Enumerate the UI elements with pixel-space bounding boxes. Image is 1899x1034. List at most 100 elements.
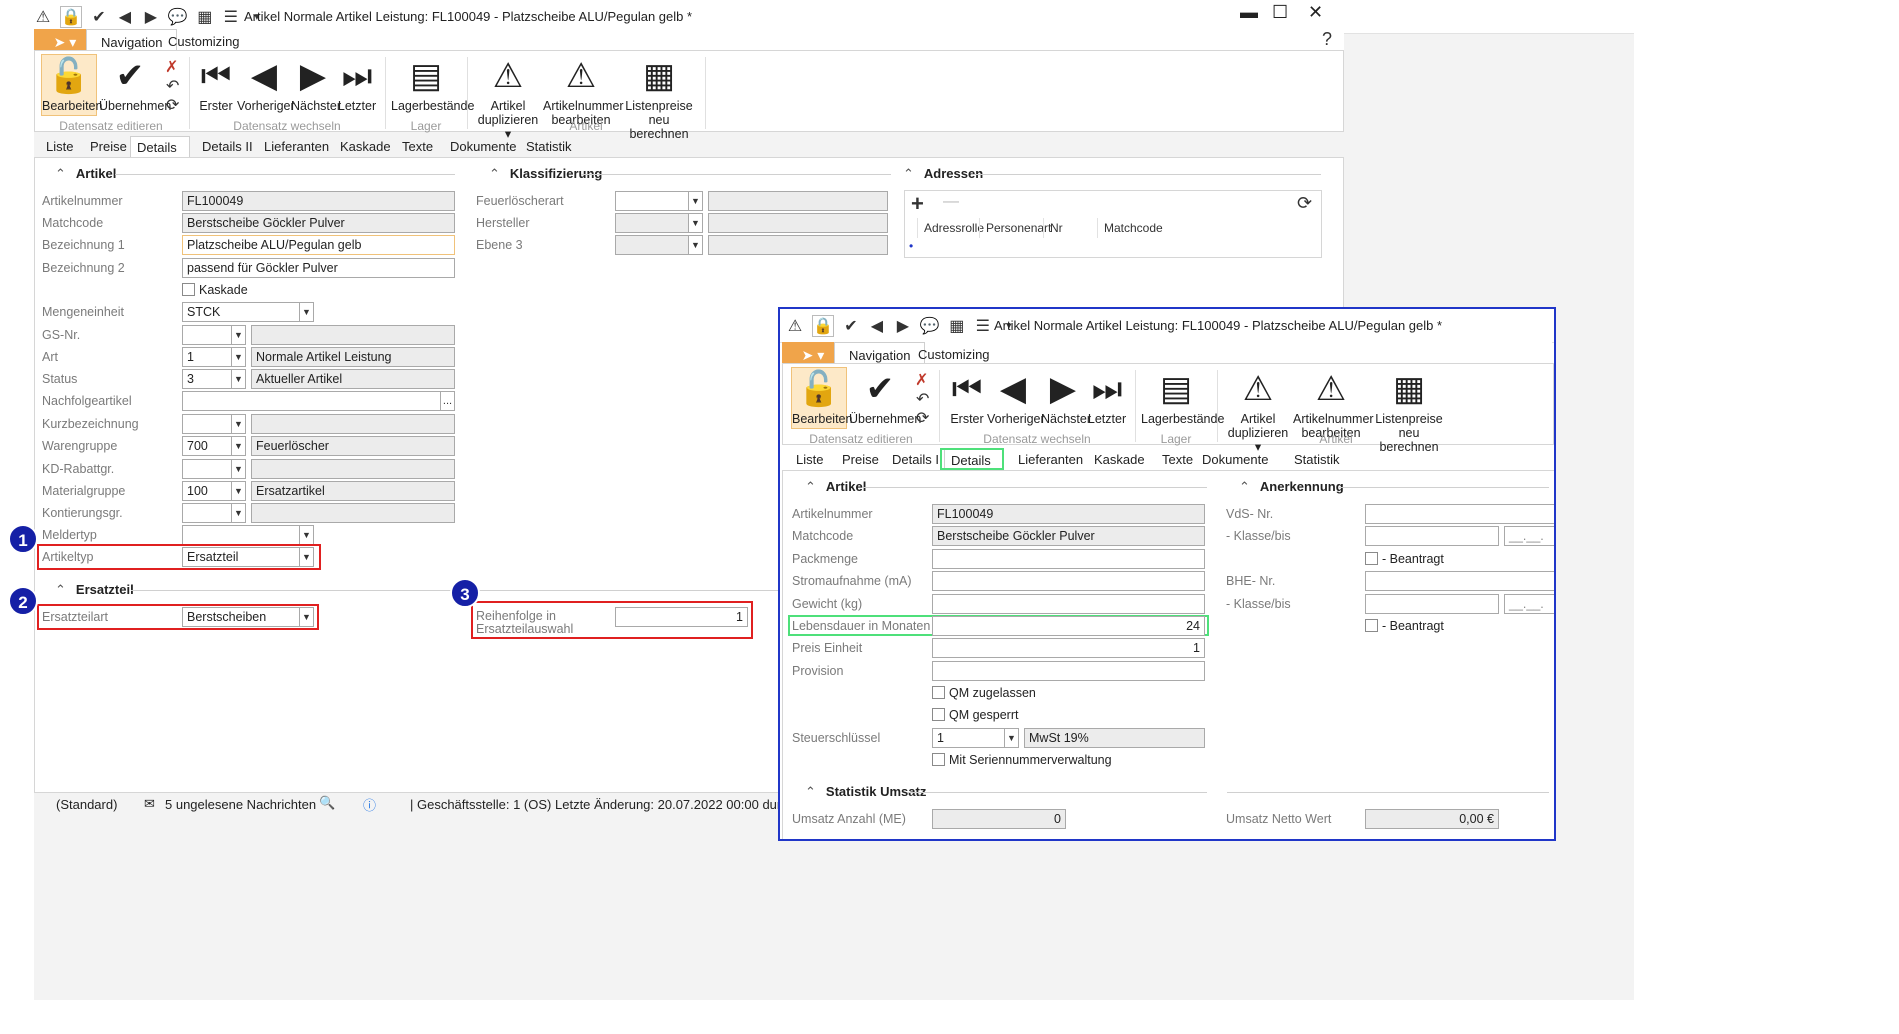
- refresh-icon[interactable]: ⟳: [1297, 193, 1312, 214]
- artikeltyp-dropdown[interactable]: Ersatzteil ▼: [182, 547, 314, 567]
- chevron-down-icon[interactable]: ▼: [231, 482, 245, 500]
- chevron-down-icon[interactable]: ▼: [299, 303, 313, 321]
- chevron-down-icon[interactable]: ▼: [231, 460, 245, 478]
- materialgruppe-dropdown[interactable]: 100 ▼: [182, 481, 246, 501]
- undo-icon[interactable]: ↶: [166, 76, 179, 96]
- vorheriger-button[interactable]: ◀ Vorheriger: [237, 55, 295, 113]
- tab-kaskade[interactable]: Kaskade: [1088, 449, 1151, 471]
- vorheriger-button[interactable]: ◀ Vorheriger: [987, 368, 1045, 426]
- chevron-down-icon[interactable]: ▼: [1004, 729, 1018, 747]
- erster-button[interactable]: ⏮ Erster: [947, 368, 987, 426]
- tab-dokumente[interactable]: Dokumente: [1196, 449, 1274, 471]
- alarm-icon[interactable]: ⚠: [786, 316, 804, 336]
- undo-icon[interactable]: ↶: [916, 389, 929, 409]
- bhe-nr-field[interactable]: [1365, 571, 1554, 591]
- qm-zugelassen-checkbox[interactable]: [932, 686, 945, 699]
- info-icon[interactable]: ⓘ: [363, 795, 376, 814]
- status-dropdown[interactable]: 3 ▼: [182, 369, 246, 389]
- kd-rabattgr-dropdown[interactable]: ▼: [182, 459, 246, 479]
- refresh-icon[interactable]: ⟳: [916, 408, 929, 428]
- beantragt-2-checkbox[interactable]: [1365, 619, 1378, 632]
- packmenge-field[interactable]: [932, 549, 1205, 569]
- kurzbezeichnung-dropdown[interactable]: ▼: [182, 414, 246, 434]
- lock-icon[interactable]: 🔒: [60, 6, 82, 28]
- hersteller-dropdown[interactable]: ▼: [615, 213, 703, 233]
- bezeichnung-1-field[interactable]: Platzscheibe ALU/Pegulan gelb: [182, 235, 455, 255]
- feuerloescherart-dropdown[interactable]: ▼: [615, 191, 703, 211]
- check-icon[interactable]: ✔: [842, 316, 860, 336]
- ebene-3-dropdown[interactable]: ▼: [615, 235, 703, 255]
- section-ersatzteil[interactable]: ⌃ Ersatzteil: [55, 582, 134, 598]
- chat-icon[interactable]: 💬: [168, 7, 188, 27]
- bearbeiten-button[interactable]: 🔓 Bearbeiten: [791, 367, 852, 429]
- prev-icon[interactable]: ◀: [868, 316, 886, 336]
- chevron-down-icon[interactable]: ▼: [231, 370, 245, 388]
- klasse-field-2[interactable]: [1365, 594, 1499, 614]
- chevron-down-icon[interactable]: ▼: [231, 326, 245, 344]
- tab-liste[interactable]: Liste: [790, 449, 829, 471]
- next-icon[interactable]: ▶: [142, 7, 160, 27]
- tab-kaskade[interactable]: Kaskade: [334, 136, 397, 158]
- matchcode-field[interactable]: Berstscheibe Göckler Pulver: [932, 526, 1205, 546]
- column-personenart[interactable]: Personenart: [979, 218, 1051, 238]
- chevron-down-icon[interactable]: ▼: [688, 192, 702, 210]
- remove-icon[interactable]: —: [943, 193, 959, 211]
- check-icon[interactable]: ✔: [90, 7, 108, 27]
- bis-date-field-2[interactable]: __.__.: [1504, 594, 1554, 614]
- list-icon[interactable]: ☰: [222, 7, 240, 27]
- tab-lieferanten[interactable]: Lieferanten: [258, 136, 335, 158]
- tab-texte[interactable]: Texte: [1156, 449, 1199, 471]
- mengeneinheit-dropdown[interactable]: STCK ▼: [182, 302, 314, 322]
- section-artikel[interactable]: ⌃ Artikel: [55, 166, 116, 182]
- next-icon[interactable]: ▶: [894, 316, 912, 336]
- chat-icon[interactable]: 💬: [920, 316, 940, 336]
- tab-details-1[interactable]: Details I: [886, 449, 945, 471]
- lagerbestaende-button[interactable]: ▤ Lagerbestände: [1141, 368, 1224, 426]
- gs-nr-dropdown[interactable]: ▼: [182, 325, 246, 345]
- lebensdauer-field[interactable]: 24: [932, 616, 1205, 636]
- meldertyp-dropdown[interactable]: ▼: [182, 525, 314, 545]
- alarm-icon[interactable]: ⚠: [34, 7, 52, 27]
- maximize-button[interactable]: ☐: [1272, 2, 1288, 23]
- tab-preise[interactable]: Preise: [836, 449, 885, 471]
- tab-dokumente[interactable]: Dokumente: [444, 136, 522, 158]
- provision-field[interactable]: [932, 661, 1205, 681]
- chevron-down-icon[interactable]: ▼: [231, 504, 245, 522]
- tab-liste[interactable]: Liste: [40, 136, 79, 158]
- artikelnummer-field[interactable]: FL100049: [932, 504, 1205, 524]
- chevron-down-icon[interactable]: ▼: [299, 608, 313, 626]
- warengruppe-dropdown[interactable]: 700 ▼: [182, 436, 246, 456]
- mail-icon[interactable]: ✉: [144, 796, 155, 812]
- tab-details-1[interactable]: Details I: [130, 136, 190, 177]
- qm-gesperrt-checkbox[interactable]: [932, 708, 945, 721]
- bis-date-field-1[interactable]: __.__.: [1504, 526, 1554, 546]
- chevron-down-icon[interactable]: ▼: [688, 214, 702, 232]
- klasse-field-1[interactable]: [1365, 526, 1499, 546]
- artikelnummer-field[interactable]: FL100049: [182, 191, 455, 211]
- letzter-button[interactable]: ⏭ Letzter: [1087, 368, 1127, 426]
- ellipsis-button[interactable]: ...: [440, 392, 454, 410]
- calendar-icon[interactable]: ▦: [196, 7, 214, 27]
- prev-icon[interactable]: ◀: [116, 7, 134, 27]
- calendar-icon[interactable]: ▦: [948, 316, 966, 336]
- art-dropdown[interactable]: 1 ▼: [182, 347, 246, 367]
- chevron-down-icon[interactable]: ▼: [299, 526, 313, 544]
- chevron-down-icon[interactable]: ▼: [231, 437, 245, 455]
- uebernehmen-button[interactable]: ✔ Übernehmen: [849, 368, 921, 426]
- reject-icon[interactable]: ✗: [165, 57, 178, 77]
- steuerschluessel-dropdown[interactable]: 1 ▼: [932, 728, 1019, 748]
- minimize-button[interactable]: ▬: [1240, 2, 1258, 23]
- column-nr[interactable]: Nr: [1043, 218, 1097, 238]
- chevron-down-icon[interactable]: ▼: [231, 348, 245, 366]
- tab-statistik[interactable]: Statistik: [520, 136, 578, 158]
- search-icon[interactable]: 🔍: [319, 795, 335, 811]
- section-artikel[interactable]: ⌃ Artikel: [805, 479, 866, 495]
- bearbeiten-button[interactable]: 🔓 Bearbeiten: [41, 54, 102, 116]
- matchcode-field[interactable]: Berstscheibe Göckler Pulver: [182, 213, 455, 233]
- artikelnummer-bearbeiten-button[interactable]: ⚠ Artikelnummer bearbeiten: [543, 55, 624, 127]
- nachfolgeartikel-field[interactable]: ...: [182, 391, 455, 411]
- lock-icon[interactable]: 🔒: [812, 315, 834, 337]
- vds-nr-field[interactable]: [1365, 504, 1554, 524]
- bezeichnung-2-field[interactable]: passend für Göckler Pulver: [182, 258, 455, 278]
- tab-preise[interactable]: Preise: [84, 136, 133, 158]
